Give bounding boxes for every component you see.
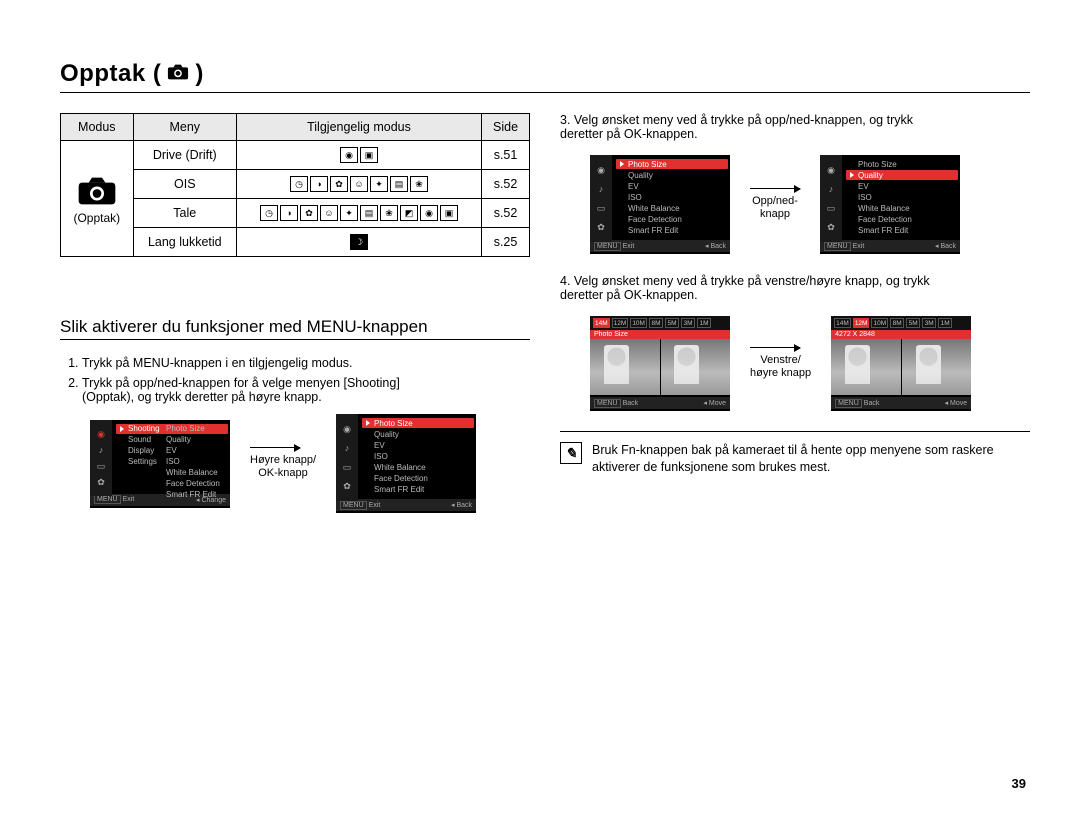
camera-icon xyxy=(167,60,189,88)
mode-icon: ▤ xyxy=(360,205,378,221)
step-1: Trykk på MENU-knappen i en tilgjengelig … xyxy=(82,356,530,370)
gear-icon: ✿ xyxy=(95,477,107,487)
mode-icon: ▤ xyxy=(390,176,408,192)
note-icon: ✎ xyxy=(560,442,582,464)
lcd-screen: ◉ ♪ ▭ ✿ Photo Size Quality EV ISO White … xyxy=(820,155,960,254)
lcd-group-left: ◉ ♪ ▭ ✿ Shooting Sound Display Settings … xyxy=(90,414,530,513)
mode-icon: ✿ xyxy=(330,176,348,192)
row-meny: Lang lukketid xyxy=(133,228,236,257)
row-icons: ◷◑✿☺✦▤❀◩ ◉▣ xyxy=(236,199,481,228)
mode-icon: ☺ xyxy=(320,205,338,221)
display-icon: ▭ xyxy=(95,461,107,471)
lcd-screen: ◉ ♪ ▭ ✿ Shooting Sound Display Settings … xyxy=(90,420,230,508)
mode-icon: ◉ xyxy=(340,147,358,163)
steps-right-4: Velg ønsket meny ved å trykke på venstre… xyxy=(560,274,1030,302)
display-icon: ▭ xyxy=(595,203,607,213)
row-icons: ◷◑✿☺✦▤❀ xyxy=(236,170,481,199)
mode-icon: ▣ xyxy=(440,205,458,221)
steps-left: Trykk på MENU-knappen i en tilgjengelig … xyxy=(60,356,530,404)
lcd-screen: ◉ ♪ ▭ ✿ Photo Size Quality EV ISO White … xyxy=(590,155,730,254)
step-2: Trykk på opp/ned-knappen for å velge men… xyxy=(82,376,530,404)
display-icon: ▭ xyxy=(825,203,837,213)
section-heading: Slik aktiverer du funksjoner med MENU-kn… xyxy=(60,317,530,340)
gear-icon: ✿ xyxy=(595,222,607,232)
lcd-screen: 14M 12M 10M 8M 5M 3M 1M Photo Size MENUB… xyxy=(590,316,730,411)
row-side: s.52 xyxy=(482,170,530,199)
lcd-group-right-2: 14M 12M 10M 8M 5M 3M 1M Photo Size MENUB… xyxy=(590,316,1030,411)
row-side: s.51 xyxy=(482,141,530,170)
arrow-right-icon xyxy=(750,188,800,189)
sound-icon: ♪ xyxy=(825,184,837,194)
mode-icon: ◷ xyxy=(290,176,308,192)
mode-icon: ◷ xyxy=(260,205,278,221)
camera-icon: ◉ xyxy=(341,424,353,434)
lcd-group-right-1: ◉ ♪ ▭ ✿ Photo Size Quality EV ISO White … xyxy=(590,155,1030,254)
mode-icon: ◑ xyxy=(310,176,328,192)
mode-icon: ◉ xyxy=(420,205,438,221)
gear-icon: ✿ xyxy=(825,222,837,232)
mode-icon: ❀ xyxy=(380,205,398,221)
mode-icon: ❀ xyxy=(410,176,428,192)
note-text: Bruk Fn-knappen bak på kameraet til å he… xyxy=(592,442,1030,476)
th-meny: Meny xyxy=(133,114,236,141)
camera-icon xyxy=(77,176,117,206)
th-tilgjengelig: Tilgjengelig modus xyxy=(236,114,481,141)
note: ✎ Bruk Fn-knappen bak på kameraet til å … xyxy=(560,431,1030,476)
mode-icon: ▣ xyxy=(360,147,378,163)
th-modus: Modus xyxy=(61,114,134,141)
arrow-label: Opp/ned- knapp xyxy=(750,188,800,221)
row-side: s.25 xyxy=(482,228,530,257)
mode-icon: ☺ xyxy=(350,176,368,192)
lcd-screen: ◉ ♪ ▭ ✿ Photo Size Quality EV ISO White … xyxy=(336,414,476,513)
lcd-screen: 14M 12M 10M 8M 5M 3M 1M 4272 X 2848 MENU… xyxy=(831,316,971,411)
page-number: 39 xyxy=(1012,776,1026,791)
mode-label: (Opptak) xyxy=(69,211,125,225)
title-close: ) xyxy=(195,60,204,88)
row-meny: OIS xyxy=(133,170,236,199)
display-icon: ▭ xyxy=(341,462,353,472)
sound-icon: ♪ xyxy=(341,443,353,453)
mode-icon: ✿ xyxy=(300,205,318,221)
sound-icon: ♪ xyxy=(595,184,607,194)
row-side: s.52 xyxy=(482,199,530,228)
row-meny: Drive (Drift) xyxy=(133,141,236,170)
arrow-label: Høyre knapp/ OK-knapp xyxy=(250,447,316,480)
arrow-label: Venstre/ høyre knapp xyxy=(750,347,811,380)
steps-right-3: Velg ønsket meny ved å trykke på opp/ned… xyxy=(560,113,1030,141)
gear-icon: ✿ xyxy=(341,481,353,491)
mode-icon: ☽ xyxy=(350,234,368,250)
arrow-right-icon xyxy=(750,347,800,348)
camera-icon: ◉ xyxy=(825,165,837,175)
title-text: Opptak ( xyxy=(60,60,161,88)
mode-icon: ◑ xyxy=(280,205,298,221)
mode-cell: (Opptak) xyxy=(61,141,134,257)
mode-icon: ✦ xyxy=(340,205,358,221)
sound-icon: ♪ xyxy=(95,445,107,455)
mode-icon: ✦ xyxy=(370,176,388,192)
page-title: Opptak ( ) xyxy=(60,60,1030,93)
row-meny: Tale xyxy=(133,199,236,228)
camera-icon: ◉ xyxy=(595,165,607,175)
mode-icon: ◩ xyxy=(400,205,418,221)
row-icons: ☽ xyxy=(236,228,481,257)
arrow-right-icon xyxy=(250,447,300,448)
row-icons: ◉ ▣ xyxy=(236,141,481,170)
th-side: Side xyxy=(482,114,530,141)
mode-table: Modus Meny Tilgjengelig modus Side (Oppt… xyxy=(60,113,530,257)
camera-icon: ◉ xyxy=(95,429,107,439)
